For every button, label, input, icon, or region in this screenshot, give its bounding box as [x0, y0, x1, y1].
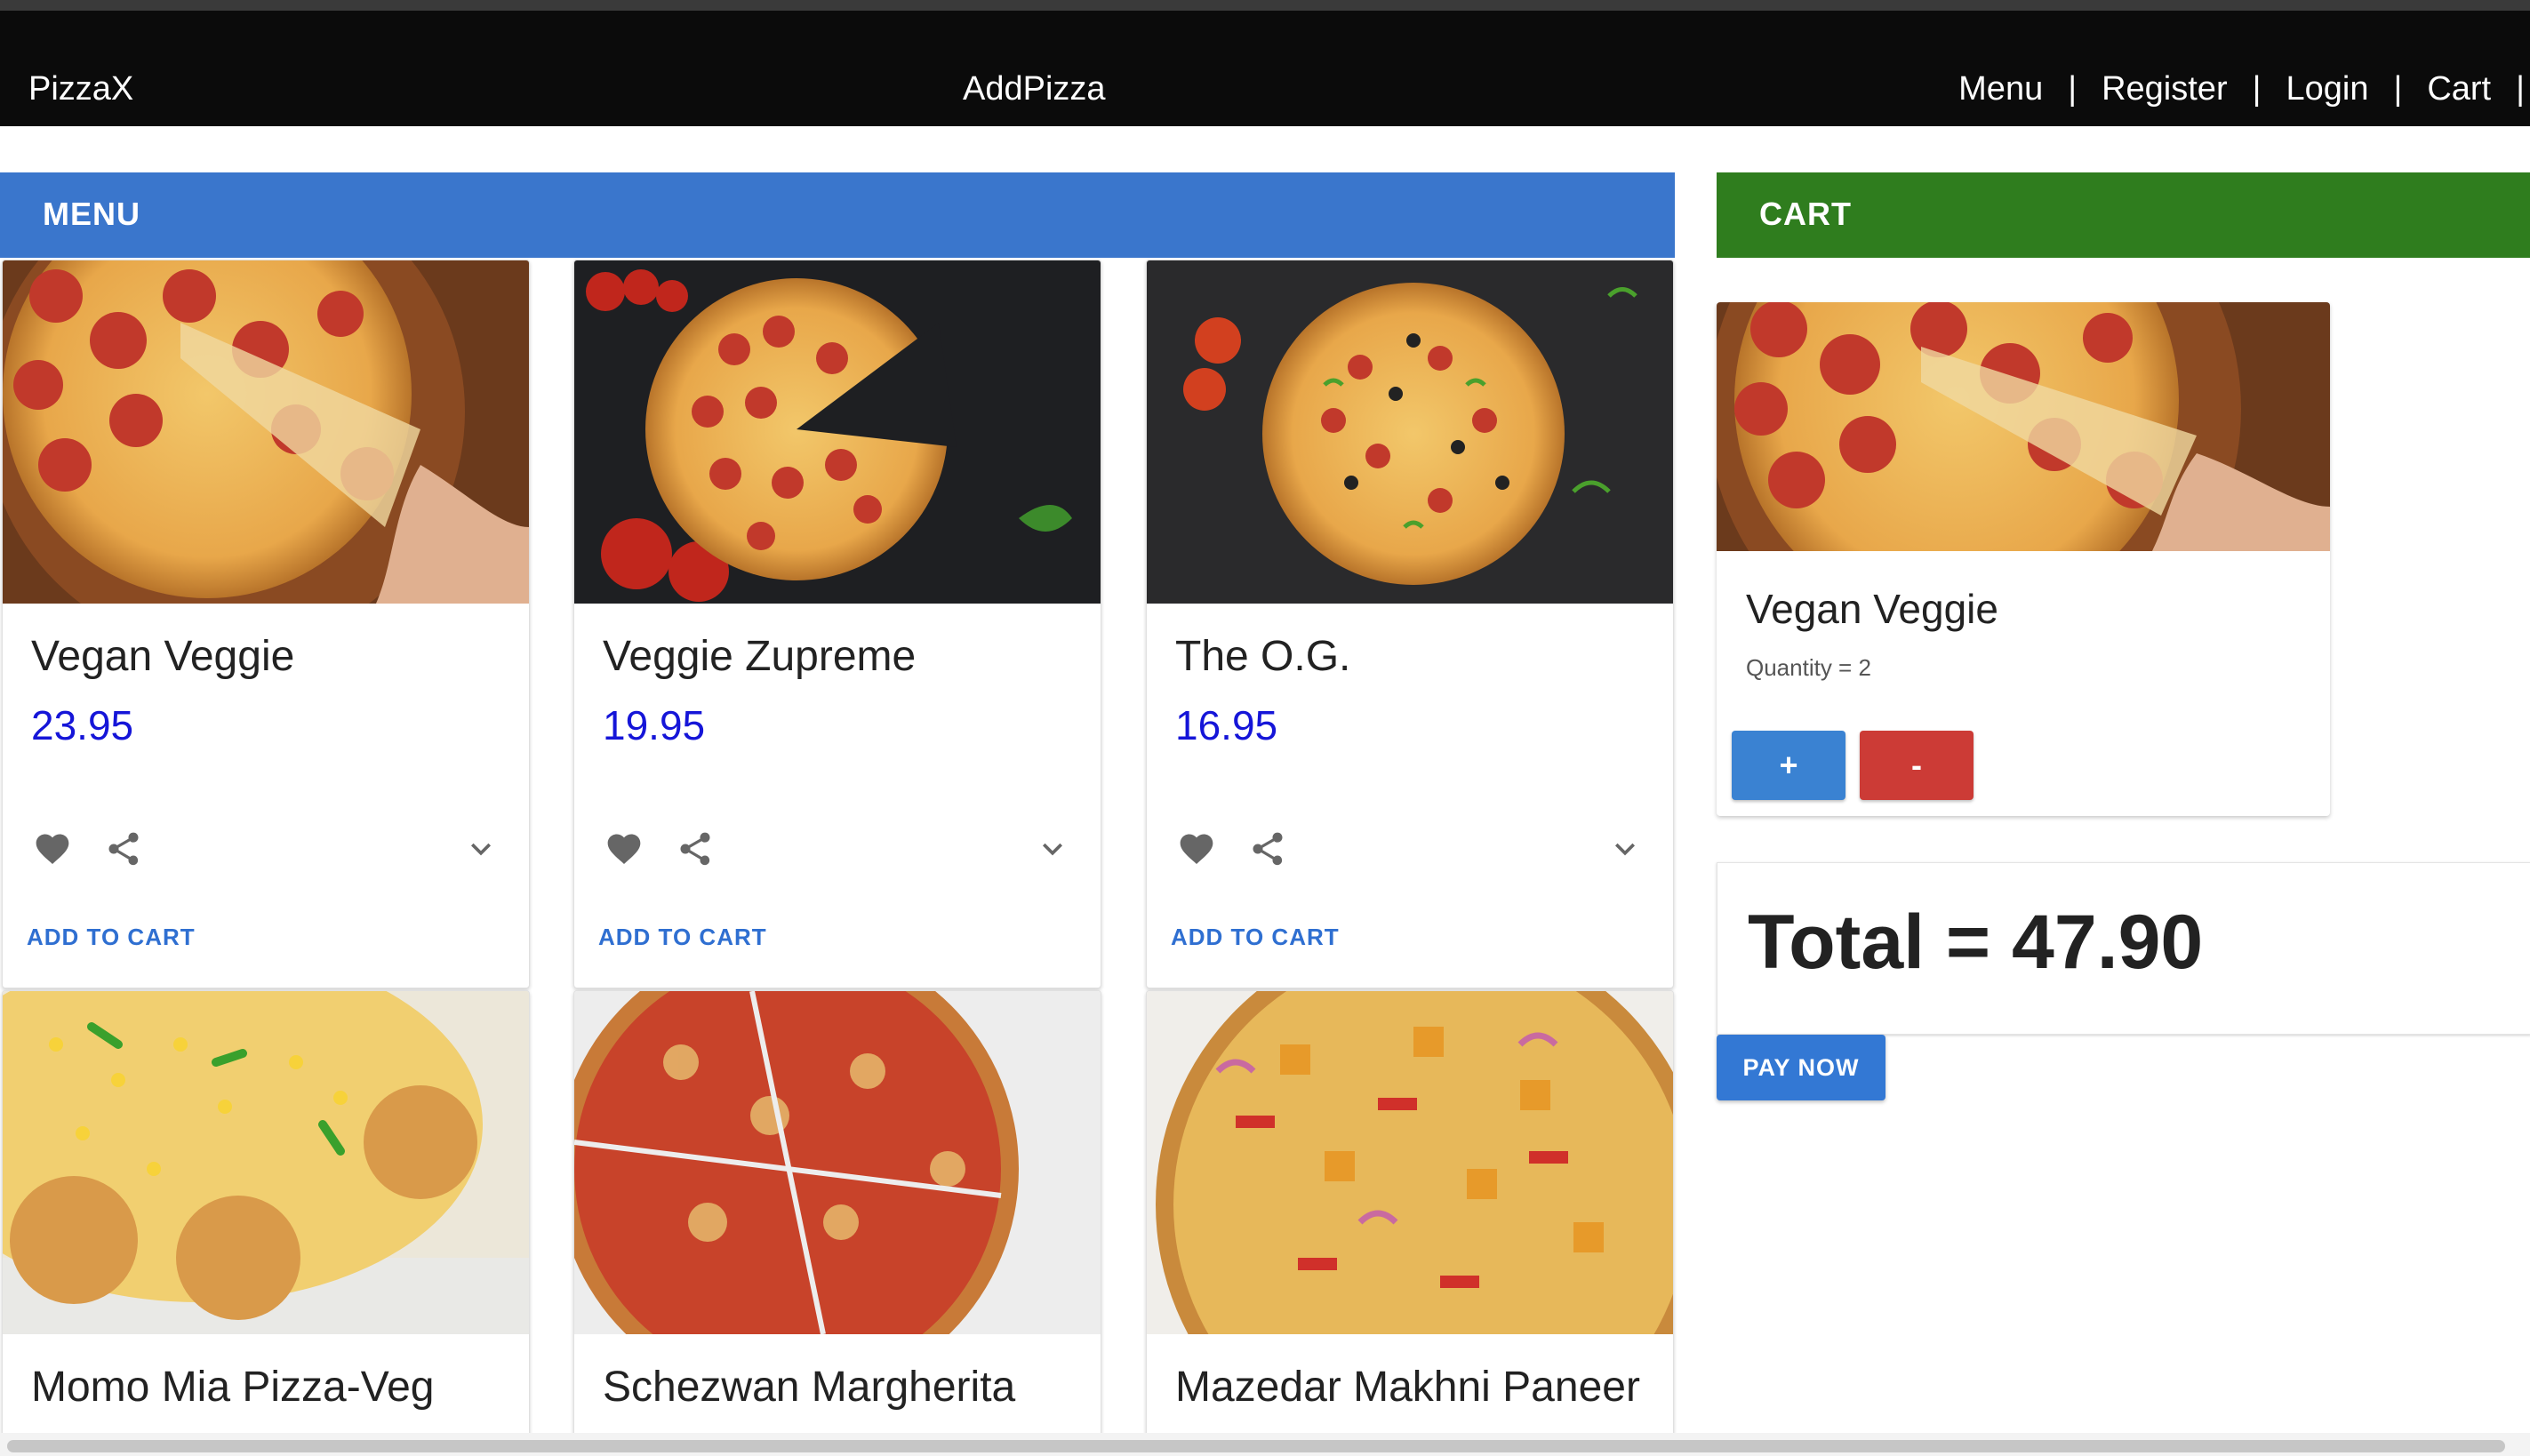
pizza-price: 23.95 [31, 702, 134, 748]
pay-now-button[interactable]: PAY NOW [1717, 1035, 1885, 1100]
share-icon[interactable] [104, 829, 143, 868]
add-to-cart-button[interactable]: ADD TO CART [598, 924, 767, 951]
pizza-image [1147, 991, 1673, 1334]
increase-quantity-button[interactable]: + [1732, 731, 1845, 800]
share-icon[interactable] [676, 829, 715, 868]
nav-menu[interactable]: Menu [1958, 70, 2043, 108]
cart-item-card: Vegan Veggie Quantity = 2 + - [1717, 302, 2330, 816]
heart-icon[interactable] [33, 829, 72, 868]
scrollbar-thumb[interactable] [7, 1440, 2505, 1452]
cart-header: CART [1717, 172, 2530, 258]
menu-header: MENU [0, 172, 1675, 258]
menu-title: MENU [43, 196, 140, 232]
chevron-down-icon[interactable] [461, 829, 500, 868]
pizza-card: Momo Mia Pizza-Veg [2, 990, 530, 1454]
pizza-price: 19.95 [603, 702, 706, 748]
share-icon[interactable] [1248, 829, 1287, 868]
pizza-image [3, 991, 529, 1334]
horizontal-scrollbar[interactable] [0, 1433, 2530, 1456]
nav-separator: | [2516, 69, 2525, 108]
pizza-image [1147, 260, 1673, 604]
cart-item-image [1717, 302, 2330, 551]
nav-cart[interactable]: Cart [2427, 70, 2491, 108]
nav-links: Menu | Register | Login | Cart | [1958, 68, 2530, 110]
cart-item-name: Vegan Veggie [1746, 586, 1998, 632]
pizza-name: Schezwan Margherita [603, 1364, 1016, 1411]
add-to-cart-button[interactable]: ADD TO CART [1171, 924, 1340, 951]
heart-icon[interactable] [1177, 829, 1216, 868]
pizza-name: Veggie Zupreme [603, 633, 917, 680]
pizza-image [3, 260, 529, 604]
nav-addpizza[interactable]: AddPizza [963, 68, 1106, 110]
brand-link[interactable]: PizzaX [28, 68, 133, 110]
cart-total: Total = 47.90 [1748, 900, 2204, 985]
pizza-name: Momo Mia Pizza-Veg [31, 1364, 435, 1411]
cart-title: CART [1759, 196, 1852, 232]
pizza-image [574, 991, 1101, 1334]
navbar: PizzaX AddPizza Menu | Register | Login … [0, 11, 2530, 126]
cart-total-card: Total = 47.90 [1717, 862, 2530, 1035]
pizza-image [574, 260, 1101, 604]
cart-item-quantity: Quantity = 2 [1746, 654, 1871, 681]
add-to-cart-button[interactable]: ADD TO CART [27, 924, 196, 951]
pizza-price: 16.95 [1175, 702, 1278, 748]
decrease-quantity-button[interactable]: - [1860, 731, 1974, 800]
pizza-name: Mazedar Makhni Paneer [1175, 1364, 1640, 1411]
pizza-card: The O.G. 16.95 ADD TO CART [1146, 260, 1674, 988]
nav-login[interactable]: Login [2286, 70, 2368, 108]
pizza-card: Veggie Zupreme 19.95 ADD TO CART [573, 260, 1101, 988]
pizza-card: Mazedar Makhni Paneer [1146, 990, 1674, 1454]
pizza-card: Vegan Veggie 23.95 ADD TO CART [2, 260, 530, 988]
pizza-name: The O.G. [1175, 633, 1351, 680]
nav-separator: | [2068, 69, 2078, 108]
chevron-down-icon[interactable] [1605, 829, 1645, 868]
window-top-strip [0, 0, 2530, 11]
pizza-name: Vegan Veggie [31, 633, 295, 680]
nav-separator: | [2393, 69, 2403, 108]
heart-icon[interactable] [604, 829, 644, 868]
chevron-down-icon[interactable] [1033, 829, 1072, 868]
pizza-card: Schezwan Margherita [573, 990, 1101, 1454]
nav-separator: | [2252, 69, 2262, 108]
nav-register[interactable]: Register [2102, 70, 2228, 108]
